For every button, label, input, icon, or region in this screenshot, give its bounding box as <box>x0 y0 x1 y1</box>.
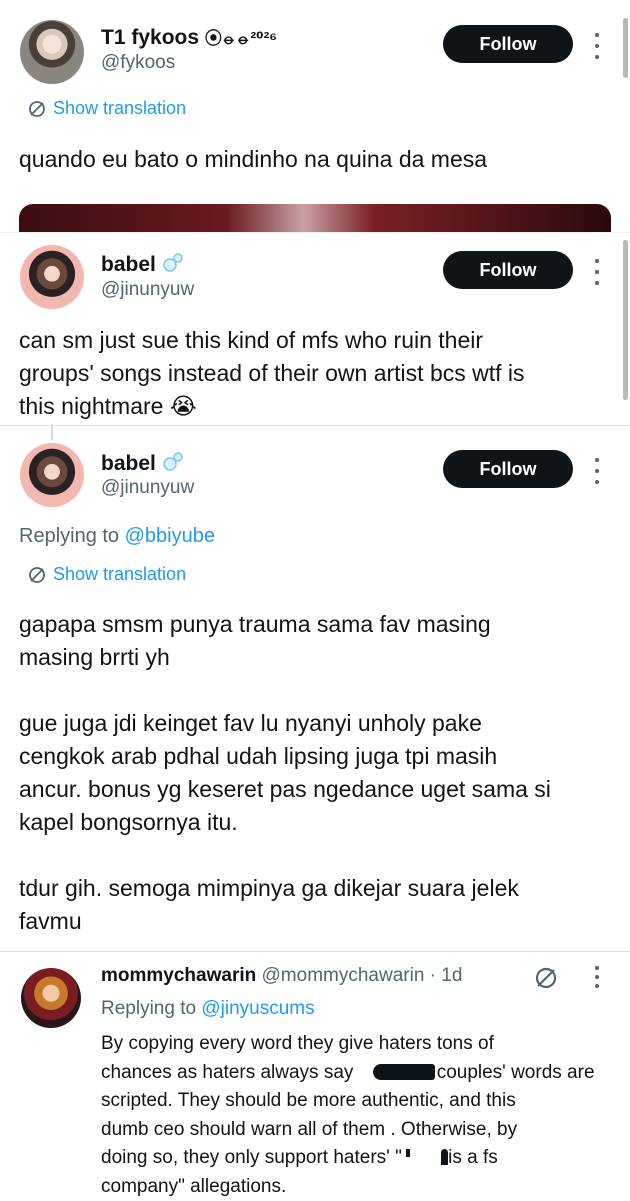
timestamp[interactable]: · 1d <box>430 965 463 986</box>
replying-to-link[interactable]: @jinyuscums <box>201 998 314 1019</box>
redacted-mark <box>372 1063 435 1080</box>
avatar[interactable] <box>20 20 84 84</box>
display-name[interactable]: T1 fykoos ⦿⦵⦵²⁰²⁶ <box>101 24 277 50</box>
more-options-icon[interactable] <box>592 458 602 484</box>
show-translation-link[interactable]: Show translation <box>27 564 186 585</box>
media-image[interactable] <box>19 204 611 232</box>
more-options-icon[interactable] <box>592 33 602 59</box>
username[interactable]: @jinunyuw <box>101 279 194 301</box>
tweet-text: can sm just sue this kind of mfs who rui… <box>19 327 525 419</box>
bubbles-emoji-icon <box>162 452 183 471</box>
follow-button[interactable]: Follow <box>443 450 573 488</box>
replying-to: Replying to @jinyuscums <box>101 998 315 1019</box>
tweet-text: By copying every word they give haters t… <box>101 1033 595 1197</box>
scrollbar-thumb[interactable] <box>623 18 628 78</box>
display-name[interactable]: mommychawarin <box>101 965 256 986</box>
replying-to: Replying to @bbiyube <box>19 525 215 547</box>
more-options-icon[interactable] <box>592 259 602 285</box>
show-translation-link[interactable]: Show translation <box>27 98 186 119</box>
avatar[interactable] <box>21 968 81 1028</box>
display-name[interactable]: babel <box>101 451 184 476</box>
scrollbar-thumb[interactable] <box>623 240 628 400</box>
bubbles-emoji-icon <box>162 253 183 272</box>
translate-icon <box>29 566 45 583</box>
replying-to-link[interactable]: @bbiyube <box>125 525 215 547</box>
thread-line <box>51 424 53 440</box>
follow-button[interactable]: Follow <box>443 25 573 63</box>
display-name[interactable]: babel <box>101 252 184 277</box>
tweet-text: quando eu bato o mindinho na quina da me… <box>19 146 488 172</box>
tweet-divider <box>0 425 630 426</box>
tweet-header: mommychawarin @mommychawarin · 1d <box>101 965 462 987</box>
follow-button[interactable]: Follow <box>443 251 573 289</box>
redacted-mark <box>405 1149 410 1157</box>
avatar[interactable] <box>20 245 84 309</box>
translate-icon <box>29 100 45 117</box>
tweet-divider <box>0 951 630 952</box>
name-suffix: ⦿⦵⦵²⁰²⁶ <box>204 29 278 48</box>
tweet-divider <box>0 232 630 233</box>
more-options-icon[interactable] <box>592 966 602 988</box>
username[interactable]: @mommychawarin <box>262 965 425 986</box>
translate-icon[interactable] <box>533 965 559 991</box>
username[interactable]: @jinunyuw <box>101 477 194 499</box>
tweet-text: gapapa smsm punya trauma sama fav masing… <box>19 611 551 934</box>
avatar[interactable] <box>20 443 84 507</box>
username[interactable]: @fykoos <box>101 52 175 74</box>
